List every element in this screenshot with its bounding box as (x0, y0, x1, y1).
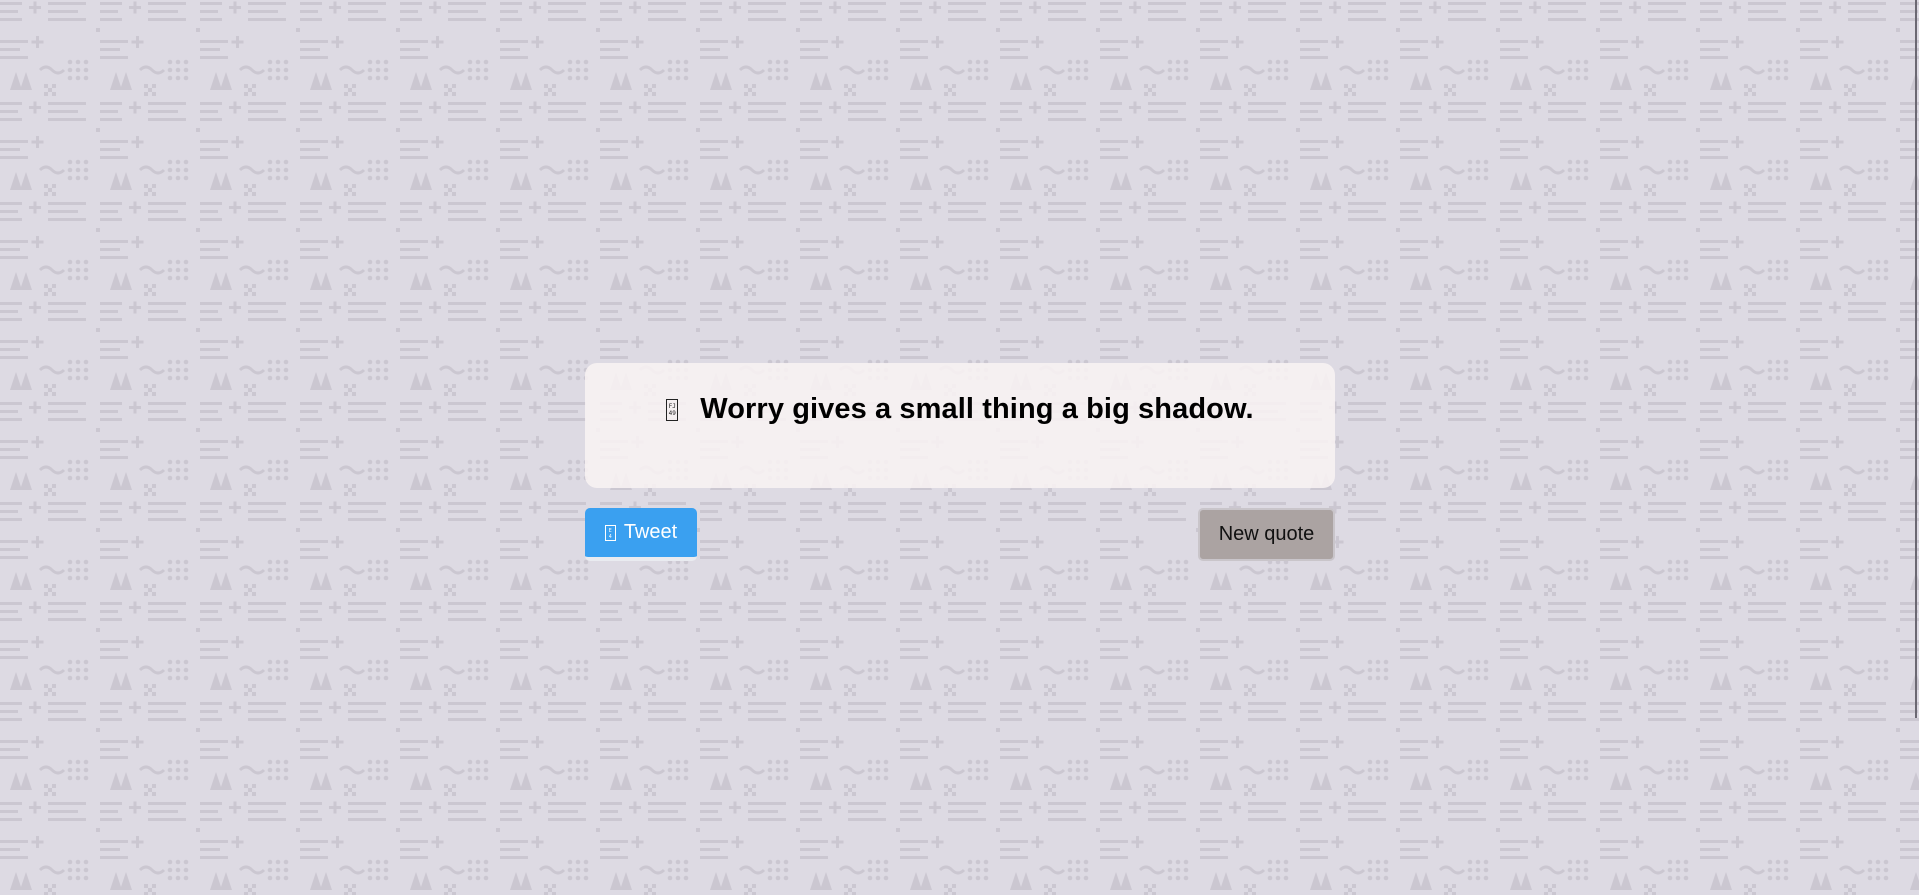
new-quote-button-label: New quote (1218, 523, 1315, 545)
quote-left-icon: FJ 49 (666, 398, 679, 421)
quote-text: Worry gives a small thing a big shadow. (700, 393, 1254, 425)
quote-line: FJ 49 Worry gives a small thing a big sh… (585, 393, 1335, 426)
quote-card: FJ 49 Worry gives a small thing a big sh… (585, 363, 1335, 488)
tweet-button-label: Tweet (623, 521, 678, 543)
scrollbar[interactable] (1915, 0, 1917, 718)
twitter-icon: E 4 (604, 524, 616, 541)
tweet-button[interactable]: E 4 Tweet (585, 508, 697, 561)
new-quote-button[interactable]: New quote (1198, 508, 1335, 561)
